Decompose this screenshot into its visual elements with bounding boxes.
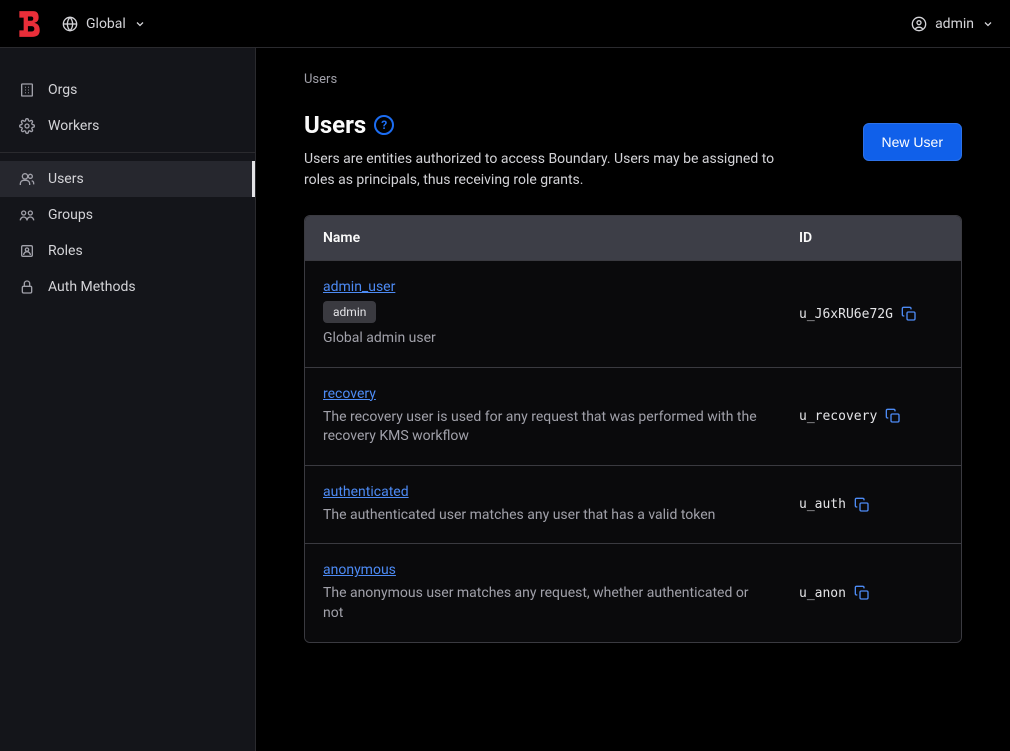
help-icon[interactable]: ?: [374, 115, 394, 135]
table-row: authenticated The authenticated user matc…: [305, 465, 961, 544]
chevron-down-icon: [982, 18, 994, 30]
scope-selector[interactable]: Global: [62, 16, 146, 32]
copy-id-icon[interactable]: [854, 585, 870, 601]
user-description: Global admin user: [323, 329, 763, 349]
user-badge: admin: [323, 301, 376, 323]
user-name-link[interactable]: admin_user: [323, 279, 395, 295]
user-id: u_recovery: [799, 409, 877, 424]
sidebar: Orgs Workers: [0, 48, 256, 751]
user-description: The authenticated user matches any user …: [323, 506, 763, 526]
sidebar-item-label: Groups: [48, 207, 93, 223]
column-header-name: Name: [305, 216, 781, 261]
table-row: admin_useradmin Global admin user u_J6xRU6…: [305, 261, 961, 368]
lock-icon: [18, 278, 36, 296]
user-id: u_anon: [799, 586, 846, 601]
sidebar-item-groups[interactable]: Groups: [0, 197, 255, 233]
page-title: Users: [304, 111, 366, 139]
copy-id-icon[interactable]: [885, 408, 901, 424]
table-row: recovery The recovery user is used for an…: [305, 367, 961, 465]
user-id: u_auth: [799, 497, 846, 512]
users-icon: [18, 170, 36, 188]
user-name-link[interactable]: recovery: [323, 386, 376, 402]
groups-icon: [18, 206, 36, 224]
topbar: Global admin: [0, 0, 1010, 48]
new-user-button[interactable]: New User: [863, 123, 962, 161]
user-id: u_J6xRU6e72G: [799, 307, 893, 322]
page-description: Users are entities authorized to access …: [304, 149, 784, 191]
user-description: The anonymous user matches any request, …: [323, 584, 763, 623]
user-description: The recovery user is used for any reques…: [323, 408, 763, 447]
copy-id-icon[interactable]: [854, 497, 870, 513]
sidebar-item-label: Orgs: [48, 82, 77, 98]
sidebar-item-label: Auth Methods: [48, 279, 136, 295]
user-circle-icon: [911, 16, 927, 32]
breadcrumb: Users: [304, 72, 962, 87]
table-row: anonymous The anonymous user matches any …: [305, 544, 961, 642]
sidebar-item-workers[interactable]: Workers: [0, 108, 255, 144]
user-name-link[interactable]: authenticated: [323, 484, 409, 500]
user-name-link[interactable]: anonymous: [323, 562, 396, 578]
globe-icon: [62, 16, 78, 32]
sidebar-item-roles[interactable]: Roles: [0, 233, 255, 269]
roles-icon: [18, 242, 36, 260]
org-icon: [18, 81, 36, 99]
logo[interactable]: [16, 9, 42, 39]
sidebar-item-label: Workers: [48, 118, 99, 134]
sidebar-item-orgs[interactable]: Orgs: [0, 72, 255, 108]
column-header-id: ID: [781, 216, 961, 261]
workers-icon: [18, 117, 36, 135]
user-menu[interactable]: admin: [911, 16, 994, 32]
sidebar-item-label: Users: [48, 171, 84, 187]
scope-label: Global: [86, 16, 126, 32]
users-table: Name ID admin_useradmin Global admin user…: [304, 215, 962, 643]
chevron-down-icon: [134, 18, 146, 30]
sidebar-item-label: Roles: [48, 243, 83, 259]
main-content: Users Users ? Users are entities authori…: [256, 48, 1010, 751]
sidebar-item-users[interactable]: Users: [0, 161, 255, 197]
sidebar-item-auth-methods[interactable]: Auth Methods: [0, 269, 255, 305]
copy-id-icon[interactable]: [901, 306, 917, 322]
boundary-logo-icon: [16, 9, 42, 39]
user-menu-label: admin: [935, 16, 974, 32]
